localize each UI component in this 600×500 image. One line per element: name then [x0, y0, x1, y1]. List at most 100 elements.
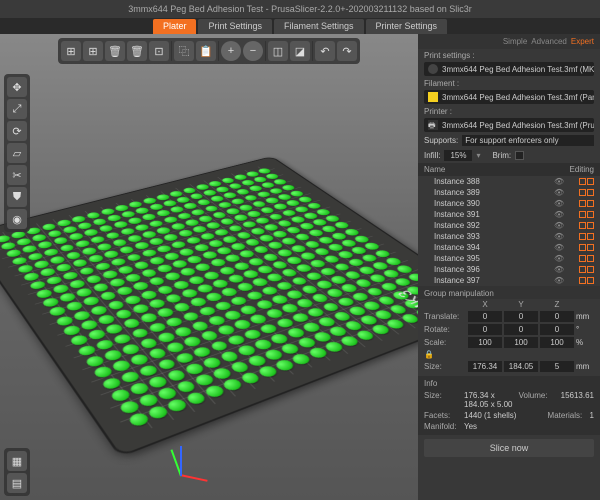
- peg-instance[interactable]: [180, 288, 200, 299]
- peg-instance[interactable]: [51, 283, 70, 294]
- peg-instance[interactable]: [373, 309, 394, 321]
- peg-instance[interactable]: [138, 337, 159, 350]
- instance-row[interactable]: Instance 397👁: [418, 275, 600, 286]
- peg-instance[interactable]: [124, 273, 143, 283]
- peg-instance[interactable]: [204, 292, 224, 303]
- peg-instance[interactable]: [82, 296, 101, 307]
- redo-icon[interactable]: ↷: [337, 41, 357, 61]
- peg-instance[interactable]: [16, 264, 34, 274]
- scale-x[interactable]: [468, 337, 502, 348]
- move-icon[interactable]: ✥: [7, 77, 27, 97]
- peg-instance[interactable]: [75, 287, 94, 298]
- peg-instance[interactable]: [388, 304, 409, 316]
- printer-select[interactable]: 🖶3mmx644 Peg Bed Adhesion Test.3mf (Prus…: [424, 118, 594, 132]
- peg-instance[interactable]: [343, 320, 365, 332]
- peg-instance[interactable]: [332, 310, 353, 322]
- peg-instance[interactable]: [290, 353, 312, 366]
- peg-instance[interactable]: [131, 303, 151, 314]
- edit-icon[interactable]: [587, 222, 594, 229]
- peg-instance[interactable]: [323, 341, 345, 354]
- instance-row[interactable]: Instance 389👁: [418, 187, 600, 198]
- peg-instance[interactable]: [48, 306, 68, 318]
- peg-instance[interactable]: [129, 353, 151, 367]
- peg-instance[interactable]: [140, 268, 159, 278]
- peg-instance[interactable]: [118, 400, 141, 416]
- mode-expert[interactable]: Expert: [571, 37, 594, 46]
- peg-instance[interactable]: [147, 347, 168, 360]
- peg-instance[interactable]: [137, 393, 160, 408]
- peg-instance[interactable]: [295, 298, 316, 309]
- peg-instance[interactable]: [296, 336, 318, 349]
- filament-select[interactable]: 3mmx644 Peg Bed Adhesion Test.3mf (Param…: [424, 90, 594, 104]
- instance-row[interactable]: Instance 394👁: [418, 242, 600, 253]
- visibility-icon[interactable]: 👁: [554, 210, 566, 219]
- peg-instance[interactable]: [197, 305, 217, 317]
- more-instances-icon[interactable]: +: [221, 41, 241, 61]
- delete-all-icon[interactable]: 🗑: [127, 41, 147, 61]
- scale-icon[interactable]: ⤢: [7, 99, 27, 119]
- peg-instance[interactable]: [355, 329, 377, 342]
- edit-icon[interactable]: [579, 233, 586, 240]
- peg-instance[interactable]: [190, 320, 211, 332]
- tab-printer-settings[interactable]: Printer Settings: [366, 19, 448, 34]
- peg-instance[interactable]: [121, 343, 142, 356]
- add-icon[interactable]: ⊞: [61, 41, 81, 61]
- peg-instance[interactable]: [321, 301, 342, 312]
- instance-row[interactable]: Instance 393👁: [418, 231, 600, 242]
- peg-instance[interactable]: [61, 271, 79, 281]
- paste-icon[interactable]: 📋: [196, 41, 216, 61]
- peg-instance[interactable]: [310, 293, 330, 304]
- instance-row[interactable]: Instance 396👁: [418, 264, 600, 275]
- view-editor-icon[interactable]: ▦: [7, 451, 27, 471]
- peg-instance[interactable]: [270, 294, 290, 305]
- edit-icon[interactable]: [579, 255, 586, 262]
- peg-instance[interactable]: [381, 269, 401, 279]
- peg-instance[interactable]: [174, 351, 196, 364]
- rotate-y[interactable]: [504, 324, 538, 335]
- peg-instance[interactable]: [358, 314, 379, 326]
- peg-instance[interactable]: [117, 265, 136, 275]
- peg-instance[interactable]: [304, 271, 324, 281]
- edit-icon[interactable]: [579, 266, 586, 273]
- edit-icon[interactable]: [579, 189, 586, 196]
- peg-instance[interactable]: [175, 379, 198, 394]
- edit-icon[interactable]: [587, 189, 594, 196]
- peg-instance[interactable]: [130, 327, 151, 339]
- edit-icon[interactable]: [587, 255, 594, 262]
- peg-instance[interactable]: [128, 381, 150, 396]
- peg-instance[interactable]: [182, 335, 203, 348]
- peg-instance[interactable]: [290, 276, 310, 286]
- peg-instance[interactable]: [285, 327, 306, 339]
- peg-instance[interactable]: [97, 314, 117, 326]
- fewer-instances-icon[interactable]: −: [243, 41, 263, 61]
- peg-instance[interactable]: [246, 354, 268, 368]
- peg-instance[interactable]: [285, 289, 305, 300]
- peg-instance[interactable]: [123, 294, 143, 305]
- peg-instance[interactable]: [79, 319, 99, 331]
- peg-instance[interactable]: [347, 305, 368, 317]
- peg-instance[interactable]: [239, 371, 262, 385]
- instance-row[interactable]: Instance 390👁: [418, 198, 600, 209]
- peg-instance[interactable]: [209, 339, 230, 352]
- peg-instance[interactable]: [87, 328, 107, 340]
- peg-instance[interactable]: [327, 325, 349, 337]
- peg-instance[interactable]: [58, 292, 77, 303]
- peg-instance[interactable]: [307, 347, 329, 360]
- peg-instance[interactable]: [100, 376, 122, 391]
- peg-instance[interactable]: [106, 299, 126, 310]
- peg-instance[interactable]: [181, 311, 201, 323]
- peg-instance[interactable]: [354, 278, 374, 289]
- peg-instance[interactable]: [390, 290, 411, 301]
- instance-row[interactable]: Instance 391👁: [418, 209, 600, 220]
- peg-instance[interactable]: [163, 271, 182, 281]
- peg-instance[interactable]: [102, 349, 123, 362]
- print-settings-select[interactable]: 3mmx644 Peg Bed Adhesion Test.3mf (MK3 Q…: [424, 62, 594, 76]
- instance-row[interactable]: Instance 392👁: [418, 220, 600, 231]
- visibility-icon[interactable]: 👁: [554, 276, 566, 285]
- peg-instance[interactable]: [85, 274, 104, 284]
- peg-instance[interactable]: [221, 378, 244, 393]
- edit-icon[interactable]: [587, 200, 594, 207]
- peg-instance[interactable]: [156, 386, 179, 401]
- edit-icon[interactable]: [587, 233, 594, 240]
- peg-instance[interactable]: [376, 295, 397, 306]
